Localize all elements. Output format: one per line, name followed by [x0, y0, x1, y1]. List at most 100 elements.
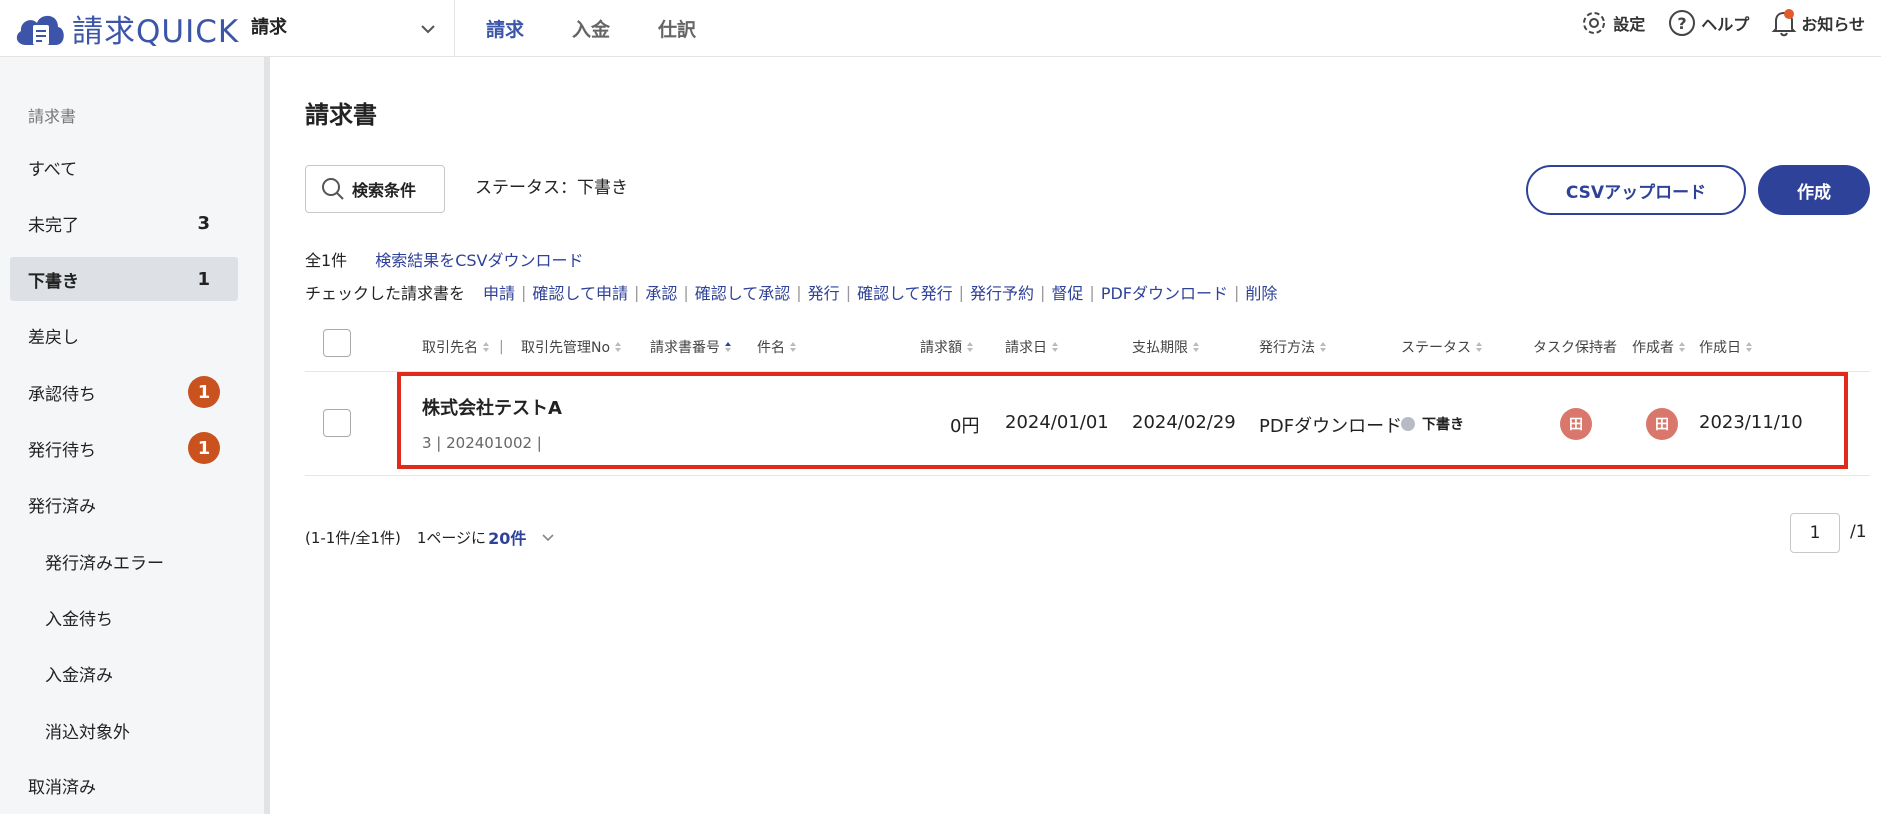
sidebar-item-excluded[interactable]: 消込対象外	[10, 708, 238, 752]
settings-label: 設定	[1613, 15, 1646, 34]
page-number-input[interactable]: 1	[1790, 513, 1840, 553]
csv-download-link[interactable]: 検索結果をCSVダウンロード	[375, 247, 583, 271]
top-header: 請求QUICK 請求 請求 入金 仕訳 設定 ? ヘルプ お知らせ	[0, 0, 1881, 57]
nav-payment[interactable]: 入金	[572, 15, 610, 42]
sidebar-item-label: 入金待ち	[45, 609, 113, 630]
nav-journal[interactable]: 仕訳	[658, 15, 696, 42]
sort-icon	[1193, 342, 1199, 352]
column-label: 請求日	[1005, 340, 1047, 356]
per-page-select[interactable]: 20件	[488, 525, 526, 549]
sidebar-item-label: 発行待ち	[28, 440, 96, 461]
col-creator[interactable]: 作成者	[1632, 337, 1685, 357]
nav-invoice[interactable]: 請求	[486, 15, 524, 42]
sort-icon	[1679, 342, 1685, 352]
sidebar-item-label: すべて	[28, 159, 78, 180]
sidebar-item-label: 発行済み	[28, 496, 96, 517]
sidebar-item-awaiting-payment[interactable]: 入金待ち	[10, 595, 238, 639]
bulk-apply[interactable]: 申請	[483, 280, 515, 304]
app-selector-label: 請求	[251, 16, 287, 38]
separator: |	[958, 282, 964, 302]
svg-text:?: ?	[1678, 14, 1687, 33]
sidebar-item-label: 下書き	[28, 271, 79, 292]
notifications-button[interactable]: お知らせ	[1771, 9, 1865, 37]
row-checkbox[interactable]	[323, 409, 351, 437]
bulk-pdf-download[interactable]: PDFダウンロード	[1101, 280, 1228, 304]
table-header: 取引先名 | 取引先管理No 請求書番号 件名 請求額 請求日 支払期限 発行方法…	[305, 325, 1870, 367]
col-invoice-date[interactable]: 請求日	[1005, 337, 1058, 357]
cloud-document-logo-icon	[16, 15, 64, 45]
bulk-approve[interactable]: 承認	[645, 280, 677, 304]
separator: |	[845, 282, 852, 302]
sort-icon	[1320, 342, 1326, 352]
app-selector[interactable]: 請求	[251, 0, 455, 57]
header-actions: 設定 ? ヘルプ お知らせ	[1557, 0, 1865, 46]
sort-icon	[1052, 342, 1058, 352]
sidebar-item-label: 取消済み	[28, 777, 96, 798]
sidebar-item-label: 承認待ち	[28, 384, 96, 405]
col-status[interactable]: ステータス	[1401, 337, 1482, 357]
issue-method: PDFダウンロード	[1259, 416, 1403, 437]
count-badge: 1	[188, 432, 220, 464]
separator: |	[683, 282, 689, 302]
csv-upload-button[interactable]: CSVアップロード	[1526, 165, 1746, 215]
settings-button[interactable]: 設定	[1579, 8, 1645, 38]
client-name[interactable]: 株式会社テストA	[422, 394, 562, 420]
sidebar-item-paid[interactable]: 入金済み	[10, 651, 238, 695]
count: 3	[197, 212, 210, 234]
search-conditions-button[interactable]: 検索条件	[305, 165, 445, 213]
bulk-issue[interactable]: 発行	[808, 280, 840, 304]
task-owner-avatar: 田	[1560, 408, 1592, 440]
sort-icon	[725, 342, 731, 352]
col-created[interactable]: 作成日	[1699, 337, 1752, 357]
total-count: 全1件	[305, 251, 348, 270]
sidebar-item-all[interactable]: すべて	[10, 145, 238, 189]
sidebar-item-awaiting-issue[interactable]: 発行待ち 1	[10, 426, 238, 470]
col-amount[interactable]: 請求額	[920, 337, 973, 357]
total-pages: /1	[1850, 522, 1867, 542]
sort-icon	[790, 342, 796, 352]
table-row[interactable]: 株式会社テストA 3 | 202401002 | 0円 2024/01/01 2…	[305, 372, 1870, 476]
sort-icon	[1476, 342, 1482, 352]
logo[interactable]: 請求QUICK	[12, 6, 239, 51]
page-title: 請求書	[305, 101, 377, 129]
sidebar-item-label: 未完了	[28, 215, 79, 236]
bulk-remind[interactable]: 督促	[1051, 280, 1083, 304]
sidebar-item-awaiting-approval[interactable]: 承認待ち 1	[10, 370, 238, 414]
sidebar-item-returned[interactable]: 差戻し	[10, 313, 238, 357]
separator: |	[1040, 282, 1046, 302]
pager-range: (1-1件/全1件)	[305, 528, 401, 547]
sidebar-item-issued[interactable]: 発行済み	[10, 482, 238, 526]
logo-text: 請求QUICK	[72, 14, 240, 50]
bulk-schedule-issue[interactable]: 発行予約	[970, 280, 1034, 304]
top-nav: 請求 入金 仕訳	[486, 0, 744, 57]
count-badge: 1	[188, 376, 220, 408]
bulk-confirm-apply[interactable]: 確認して申請	[532, 280, 628, 304]
col-due-date[interactable]: 支払期限	[1132, 337, 1199, 357]
sidebar: 請求書 すべて 未完了 3 下書き 1 差戻し 承認待ち 1 発行待ち 1 発行済み 発…	[0, 57, 270, 814]
bulk-delete[interactable]: 削除	[1245, 280, 1277, 304]
col-client-no[interactable]: 取引先管理No	[521, 337, 622, 357]
create-button[interactable]: 作成	[1758, 165, 1870, 215]
chevron-down-icon[interactable]	[540, 529, 556, 545]
col-task-owner[interactable]: タスク保持者	[1533, 337, 1617, 357]
due-date: 2024/02/29	[1132, 412, 1236, 433]
col-method[interactable]: 発行方法	[1259, 337, 1326, 357]
sidebar-item-label: 差戻し	[28, 327, 79, 348]
sidebar-item-draft[interactable]: 下書き 1	[10, 257, 238, 301]
sidebar-item-cancelled[interactable]: 取消済み	[10, 763, 238, 807]
help-label: ヘルプ	[1701, 15, 1750, 34]
help-button[interactable]: ? ヘルプ	[1667, 8, 1749, 38]
count: 1	[197, 268, 210, 290]
status-badge: 下書き	[1401, 414, 1464, 434]
column-label: 件名	[757, 340, 785, 356]
created-date: 2023/11/10	[1699, 412, 1803, 433]
search-icon	[322, 178, 344, 200]
sidebar-item-incomplete[interactable]: 未完了 3	[10, 201, 238, 245]
col-subject[interactable]: 件名	[757, 337, 796, 357]
bulk-confirm-approve[interactable]: 確認して承認	[695, 280, 791, 304]
help-icon: ?	[1669, 10, 1696, 36]
bulk-confirm-issue[interactable]: 確認して発行	[857, 280, 953, 304]
col-invoice-no[interactable]: 請求書番号	[650, 337, 731, 357]
col-client[interactable]: 取引先名 |	[422, 337, 514, 357]
sidebar-item-issued-error[interactable]: 発行済みエラー	[10, 539, 238, 583]
